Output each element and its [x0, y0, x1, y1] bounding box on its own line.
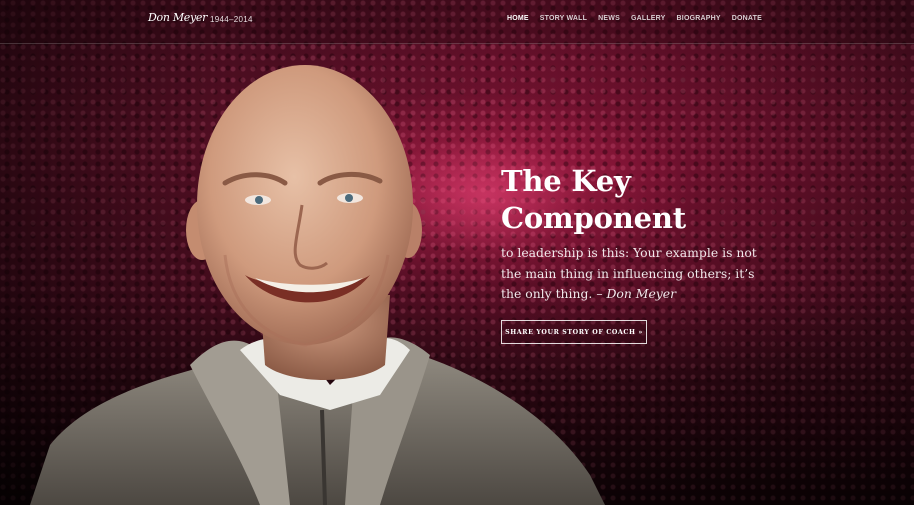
quote-body: to leadership is this: Your example is n…: [501, 243, 771, 305]
quote-attribution: – Don Meyer: [596, 286, 677, 301]
signature-logo[interactable]: Don Meyer: [148, 11, 207, 29]
nav-home[interactable]: HOME: [507, 15, 529, 22]
top-navbar: Don Meyer 1944–2014 HOME STORY WALL NEWS…: [0, 0, 914, 44]
hero-heading: The Key Component: [501, 164, 686, 235]
nav-story-wall[interactable]: STORY WALL: [540, 15, 587, 22]
main-nav: HOME STORY WALL NEWS GALLERY BIOGRAPHY D…: [507, 15, 762, 22]
nav-gallery[interactable]: GALLERY: [631, 15, 666, 22]
nav-news[interactable]: NEWS: [598, 15, 620, 22]
hero-quote: The Key Component to leadership is this:…: [501, 163, 771, 305]
nav-biography[interactable]: BIOGRAPHY: [677, 15, 721, 22]
share-story-button[interactable]: SHARE YOUR STORY OF COACH »: [501, 320, 647, 344]
nav-donate[interactable]: DONATE: [732, 15, 762, 22]
years-label: 1944–2014: [210, 15, 253, 24]
